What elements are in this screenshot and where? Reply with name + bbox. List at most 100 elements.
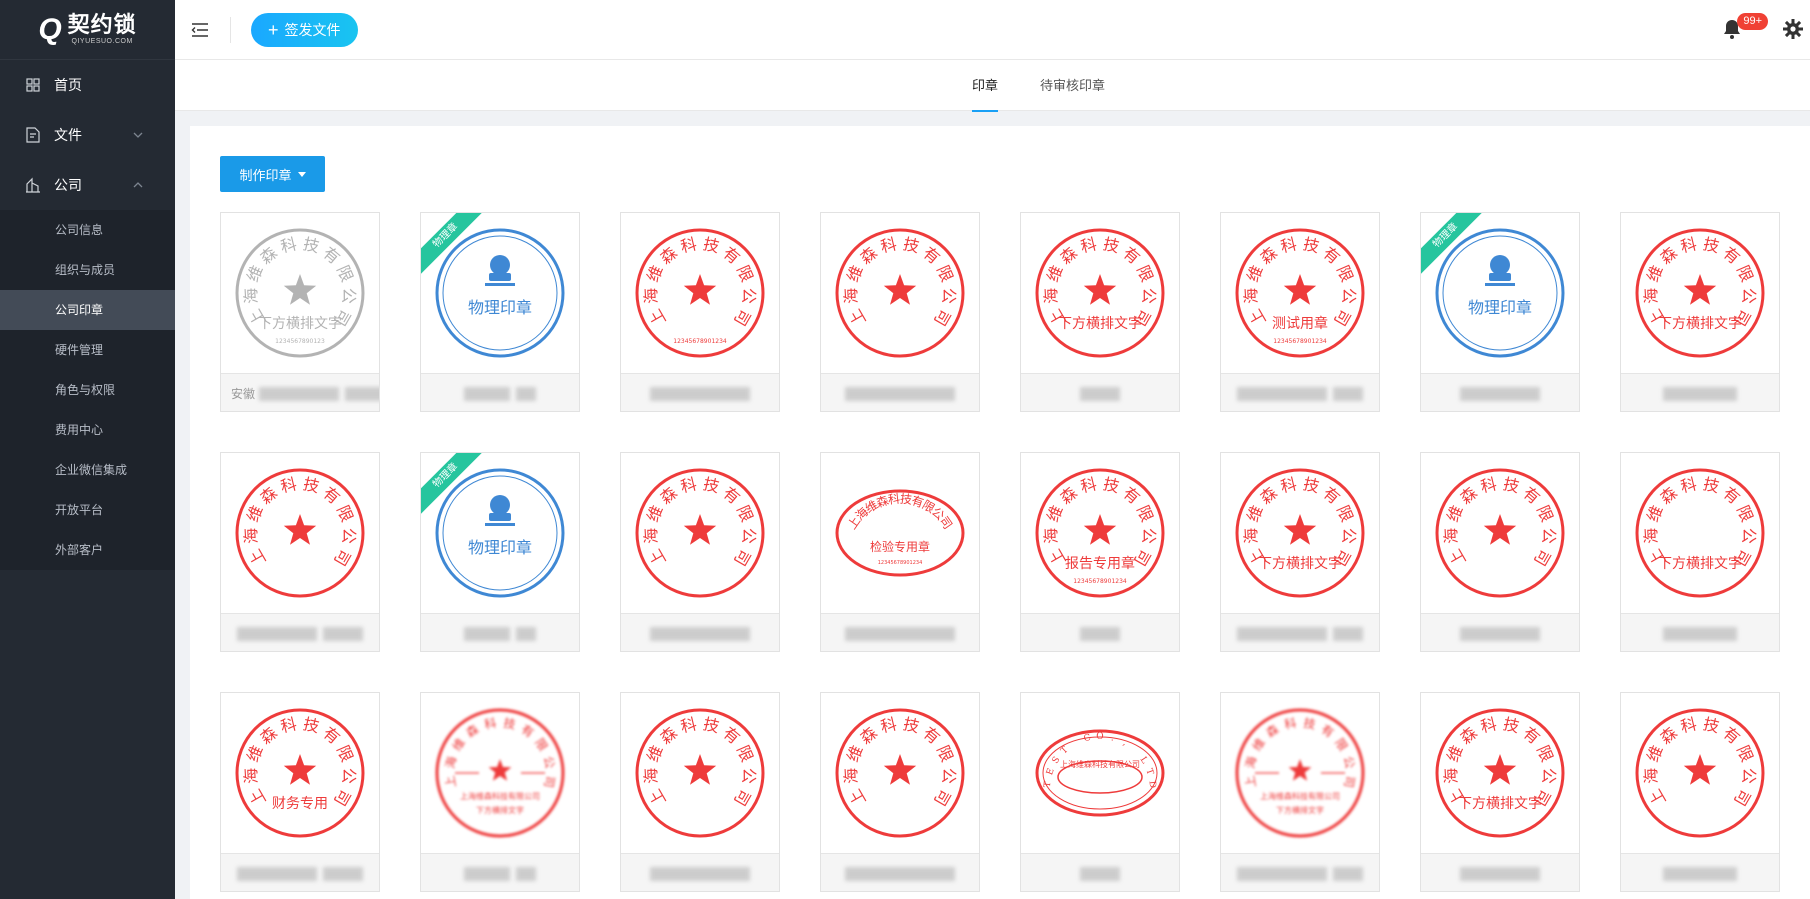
sidebar-subitem-open-platform[interactable]: 开放平台 <box>0 490 175 530</box>
sidebar-item-label: 首页 <box>54 77 82 93</box>
seal-arc-char: 海 <box>841 287 861 304</box>
seal-card[interactable]: 上海维森科技有限公司下方横排文字 <box>1420 692 1580 892</box>
seal-arc-char: 公 <box>339 767 359 784</box>
seal-arc-char: 技 <box>1501 714 1521 736</box>
seal-arc-char: T <box>1043 781 1053 788</box>
seal-card[interactable]: 上海维森科技有限公司下方横排文字 <box>1620 452 1780 652</box>
sidebar-subitem-roles[interactable]: 角色与权限 <box>0 370 175 410</box>
seal-arc-char: 森 <box>256 483 280 508</box>
redacted-name <box>1460 867 1540 881</box>
seal-arc-char: 公 <box>1339 527 1359 544</box>
logo[interactable]: Q 契约锁 QIYUESUO.COM <box>0 0 175 60</box>
seal-image: 上海维森科技有限公司上海维森科技有限公司下方横排文字 <box>435 708 565 838</box>
tab-pending-seals[interactable]: 待审核印章 <box>1040 60 1105 111</box>
seal-caption <box>1021 853 1179 891</box>
seal-arc-char: 科 <box>1679 714 1699 736</box>
seal-arc-char: 有 <box>1319 243 1343 268</box>
seal-image: 上海维森科技有限公司上海维森科技有限公司下方横排文字 <box>1235 708 1365 838</box>
seal-arc-char: 森 <box>1056 483 1080 508</box>
seal-caption <box>221 613 379 651</box>
company-submenu: 公司信息 组织与成员 公司印章 硬件管理 角色与权限 费用中心 企业微信集成 开… <box>0 210 175 570</box>
seal-arc-char: 限 <box>333 502 357 524</box>
seal-arc-char: 森 <box>1056 243 1080 268</box>
seal-card[interactable]: 上海维森科技有限公司下方横排文字 1234567890123 安徽 <box>220 212 380 412</box>
sidebar-subitem-wechat-work[interactable]: 企业微信集成 <box>0 450 175 490</box>
seal-card[interactable]: 上海维森科技有限公司 <box>1620 692 1780 892</box>
gear-icon[interactable] <box>1782 18 1804 40</box>
seal-card[interactable]: 上海维森科技有限公司 <box>620 692 780 892</box>
sidebar-subitem-company-info[interactable]: 公司信息 <box>0 210 175 250</box>
redacted-name <box>1333 867 1363 881</box>
seal-arc-char: 公 <box>739 527 759 544</box>
seal-card[interactable]: 上海维森科技有限公司 <box>220 452 380 652</box>
seal-arc-char: 科 <box>483 716 497 732</box>
seal-card[interactable]: 上海维森科技有限公司报告专用章 12345678901234 <box>1020 452 1180 652</box>
sidebar-subitem-hardware[interactable]: 硬件管理 <box>0 330 175 370</box>
seal-arc-char: 限 <box>1332 736 1350 754</box>
sidebar-item-company[interactable]: 公司 <box>0 160 175 210</box>
seal-caption <box>1621 853 1779 891</box>
seal-caption <box>1621 613 1779 651</box>
seal-arc-char: 技 <box>701 714 721 736</box>
seal-arc-char: T <box>1059 745 1070 756</box>
redacted-name <box>1080 867 1120 881</box>
seal-arc-char: 海 <box>1241 287 1261 304</box>
seal-arc-char: 公 <box>739 767 759 784</box>
sidebar-subitem-org-members[interactable]: 组织与成员 <box>0 250 175 290</box>
seal-card[interactable]: 上海维森科技有限公司 <box>620 452 780 652</box>
seal-card[interactable]: 上海维森科技有限公司财务专用 <box>220 692 380 892</box>
seal-arc-char: 技 <box>301 474 321 496</box>
seal-card[interactable]: 上海维森科技有限公司 <box>1420 452 1580 652</box>
sidebar-subitem-company-seals[interactable]: 公司印章 <box>0 290 175 330</box>
seal-card[interactable]: 物理印章 物理章 <box>1420 212 1580 412</box>
seal-caption <box>621 853 779 891</box>
seal-card[interactable]: 上海维森科技有限公司下方横排文字 <box>1220 452 1380 652</box>
seal-arc-char: 公 <box>1139 287 1159 304</box>
caret-down-icon <box>297 171 306 177</box>
seal-card[interactable]: 上海维森科技有限公司检验专用章 12345678901234 <box>820 452 980 652</box>
seal-caption: 安徽 <box>221 373 379 411</box>
seal-card[interactable]: 上海维森科技有限公司下方横排文字 <box>1620 212 1780 412</box>
notification-badge: 99+ <box>1737 13 1768 30</box>
seal-card[interactable]: 物理印章 物理章 <box>420 212 580 412</box>
sidebar-item-files[interactable]: 文件 <box>0 110 175 160</box>
tab-seals[interactable]: 印章 <box>972 60 999 112</box>
seal-card[interactable]: 上海维森科技有限公司上海维森科技有限公司 下方横排文字 <box>1220 692 1380 892</box>
seal-arc-char: 维 <box>1250 736 1268 754</box>
seal-arc-char: 维 <box>1643 502 1667 524</box>
seal-caption <box>1021 373 1179 411</box>
seal-bottom-text: 下方横排文字 <box>258 316 342 332</box>
seal-caption <box>821 613 979 651</box>
sidebar-subitem-billing[interactable]: 费用中心 <box>0 410 175 450</box>
sidebar-item-home[interactable]: 首页 <box>0 60 175 110</box>
seal-arc-char: 森 <box>256 723 280 748</box>
make-seal-button[interactable]: 制作印章 <box>220 156 325 192</box>
seal-caption <box>621 613 779 651</box>
seal-arc-char: 森 <box>1656 483 1680 508</box>
seal-arc-char: 海 <box>1242 755 1259 770</box>
seal-arc-char: 有 <box>319 483 343 508</box>
seal-arc-char: 有 <box>1519 483 1543 508</box>
redacted-name <box>1333 627 1363 641</box>
seal-arc-char: 科 <box>279 474 299 496</box>
seal-bottom-text: 检验专用章 <box>870 539 930 554</box>
seal-card[interactable]: 上海维森科技有限公司下方横排文字 <box>1020 212 1180 412</box>
seal-card[interactable]: 物理印章 物理章 <box>420 452 580 652</box>
chevron-up-icon <box>133 182 143 188</box>
sidebar-subitem-external-clients[interactable]: 外部客户 <box>0 530 175 570</box>
seal-arc-char: 技 <box>1301 474 1321 496</box>
seal-arc-char: 森 <box>1256 243 1280 268</box>
redacted-name <box>1663 867 1737 881</box>
seal-card[interactable]: TEST CO., L T D 上海维森科技有限公司 <box>1020 692 1180 892</box>
menu-toggle-icon[interactable] <box>190 22 210 38</box>
seal-arc-char: 司 <box>930 786 954 809</box>
send-file-button[interactable]: + 签发文件 <box>251 12 358 47</box>
seal-arc-char: 限 <box>1733 742 1757 764</box>
seal-card[interactable]: 上海维森科技有限公司 12345678901234 <box>620 212 780 412</box>
seal-arc-char: 森 <box>656 483 680 508</box>
seal-card[interactable]: 上海维森科技有限公司 <box>820 692 980 892</box>
seal-card[interactable]: 上海维森科技有限公司 <box>820 212 980 412</box>
seal-arc-char: 限 <box>933 742 957 764</box>
seal-card[interactable]: 上海维森科技有限公司测试用章 12345678901234 <box>1220 212 1380 412</box>
seal-card[interactable]: 上海维森科技有限公司上海维森科技有限公司 下方横排文字 <box>420 692 580 892</box>
